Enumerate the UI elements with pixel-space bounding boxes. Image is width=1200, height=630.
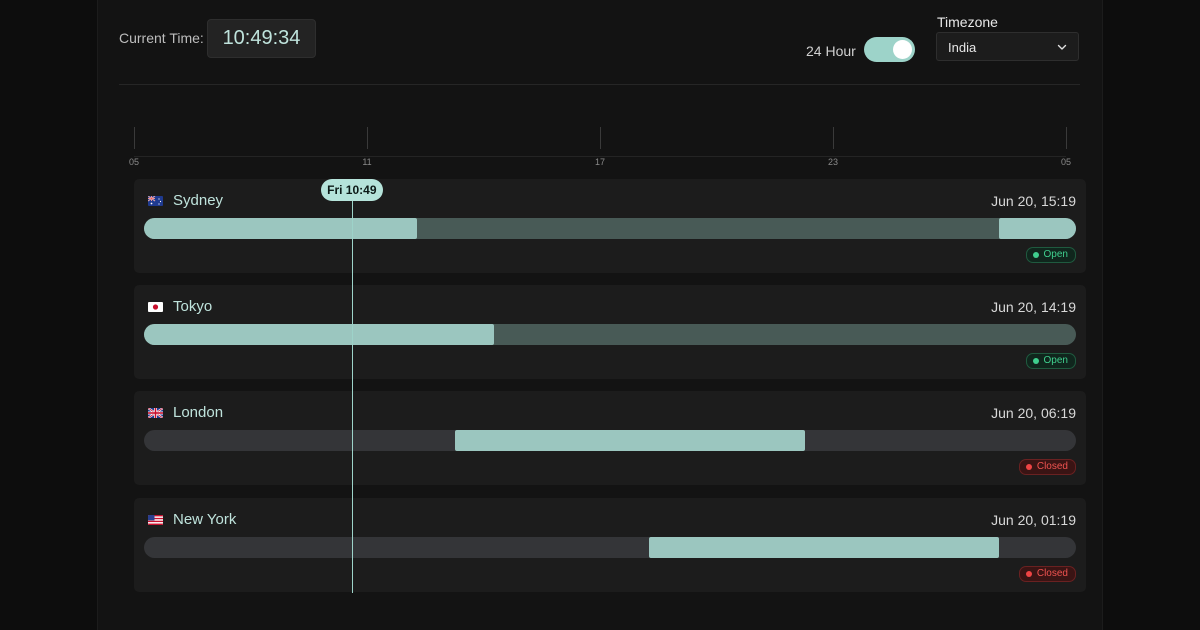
status-badge: Open (1025, 247, 1076, 263)
city-name: London (173, 404, 224, 421)
session-bar (144, 218, 418, 239)
session-track (144, 324, 1076, 345)
city-datetime: Jun 20, 15:19 (991, 193, 1076, 209)
status-text: Closed (1036, 568, 1068, 579)
city-card-new-york: New York Jun 20, 01:19 Closed (134, 498, 1086, 592)
session-track (144, 218, 1076, 239)
city-datetime: Jun 20, 01:19 (991, 512, 1076, 528)
city-card-london: London Jun 20, 06:19 Closed (134, 391, 1086, 485)
australia-flag-icon (148, 196, 163, 206)
status-text: Open (1043, 249, 1068, 260)
timeline-tick-label: 05 (1060, 157, 1071, 167)
status-dot-icon (1032, 252, 1039, 258)
timeline-tick (833, 127, 834, 149)
status-dot-icon (1032, 358, 1039, 364)
session-track (144, 537, 1076, 558)
city-card-sydney: Sydney Jun 20, 15:19 Open (134, 179, 1086, 273)
city-card-tokyo: Tokyo Jun 20, 14:19 Open (134, 285, 1086, 379)
current-time-line (351, 192, 354, 593)
city-name: Tokyo (173, 298, 213, 315)
city-name: Sydney (173, 192, 224, 209)
status-text: Closed (1036, 461, 1068, 472)
timeline-tick-label: 05 (128, 157, 139, 167)
session-bar (649, 537, 999, 558)
city-datetime: Jun 20, 14:19 (991, 299, 1076, 315)
timeline-tick-label: 17 (594, 157, 605, 167)
usa-flag-icon (148, 515, 163, 525)
status-dot-icon (1025, 464, 1032, 470)
timeline-axis: 05 11 17 23 05 (0, 0, 1200, 170)
session-bar (998, 218, 1076, 239)
status-dot-icon (1025, 571, 1032, 577)
status-badge: Closed (1018, 566, 1076, 582)
timeline-tick (600, 127, 601, 149)
session-bar (455, 430, 805, 451)
timeline-tick-label: 11 (362, 157, 372, 167)
japan-flag-icon (148, 302, 163, 312)
session-track (144, 430, 1076, 451)
current-time-marker: Fri 10:49 (320, 179, 383, 201)
session-bar (144, 324, 495, 345)
status-text: Open (1043, 355, 1068, 366)
city-datetime: Jun 20, 06:19 (991, 405, 1076, 421)
uk-flag-icon (148, 408, 163, 418)
city-name: New York (173, 511, 237, 528)
timeline-tick (134, 127, 135, 149)
status-badge: Open (1025, 353, 1076, 369)
timeline-tick (1066, 127, 1067, 149)
timeline-tick (367, 127, 368, 149)
timeline-tick-label: 23 (827, 157, 838, 167)
status-badge: Closed (1018, 459, 1076, 475)
